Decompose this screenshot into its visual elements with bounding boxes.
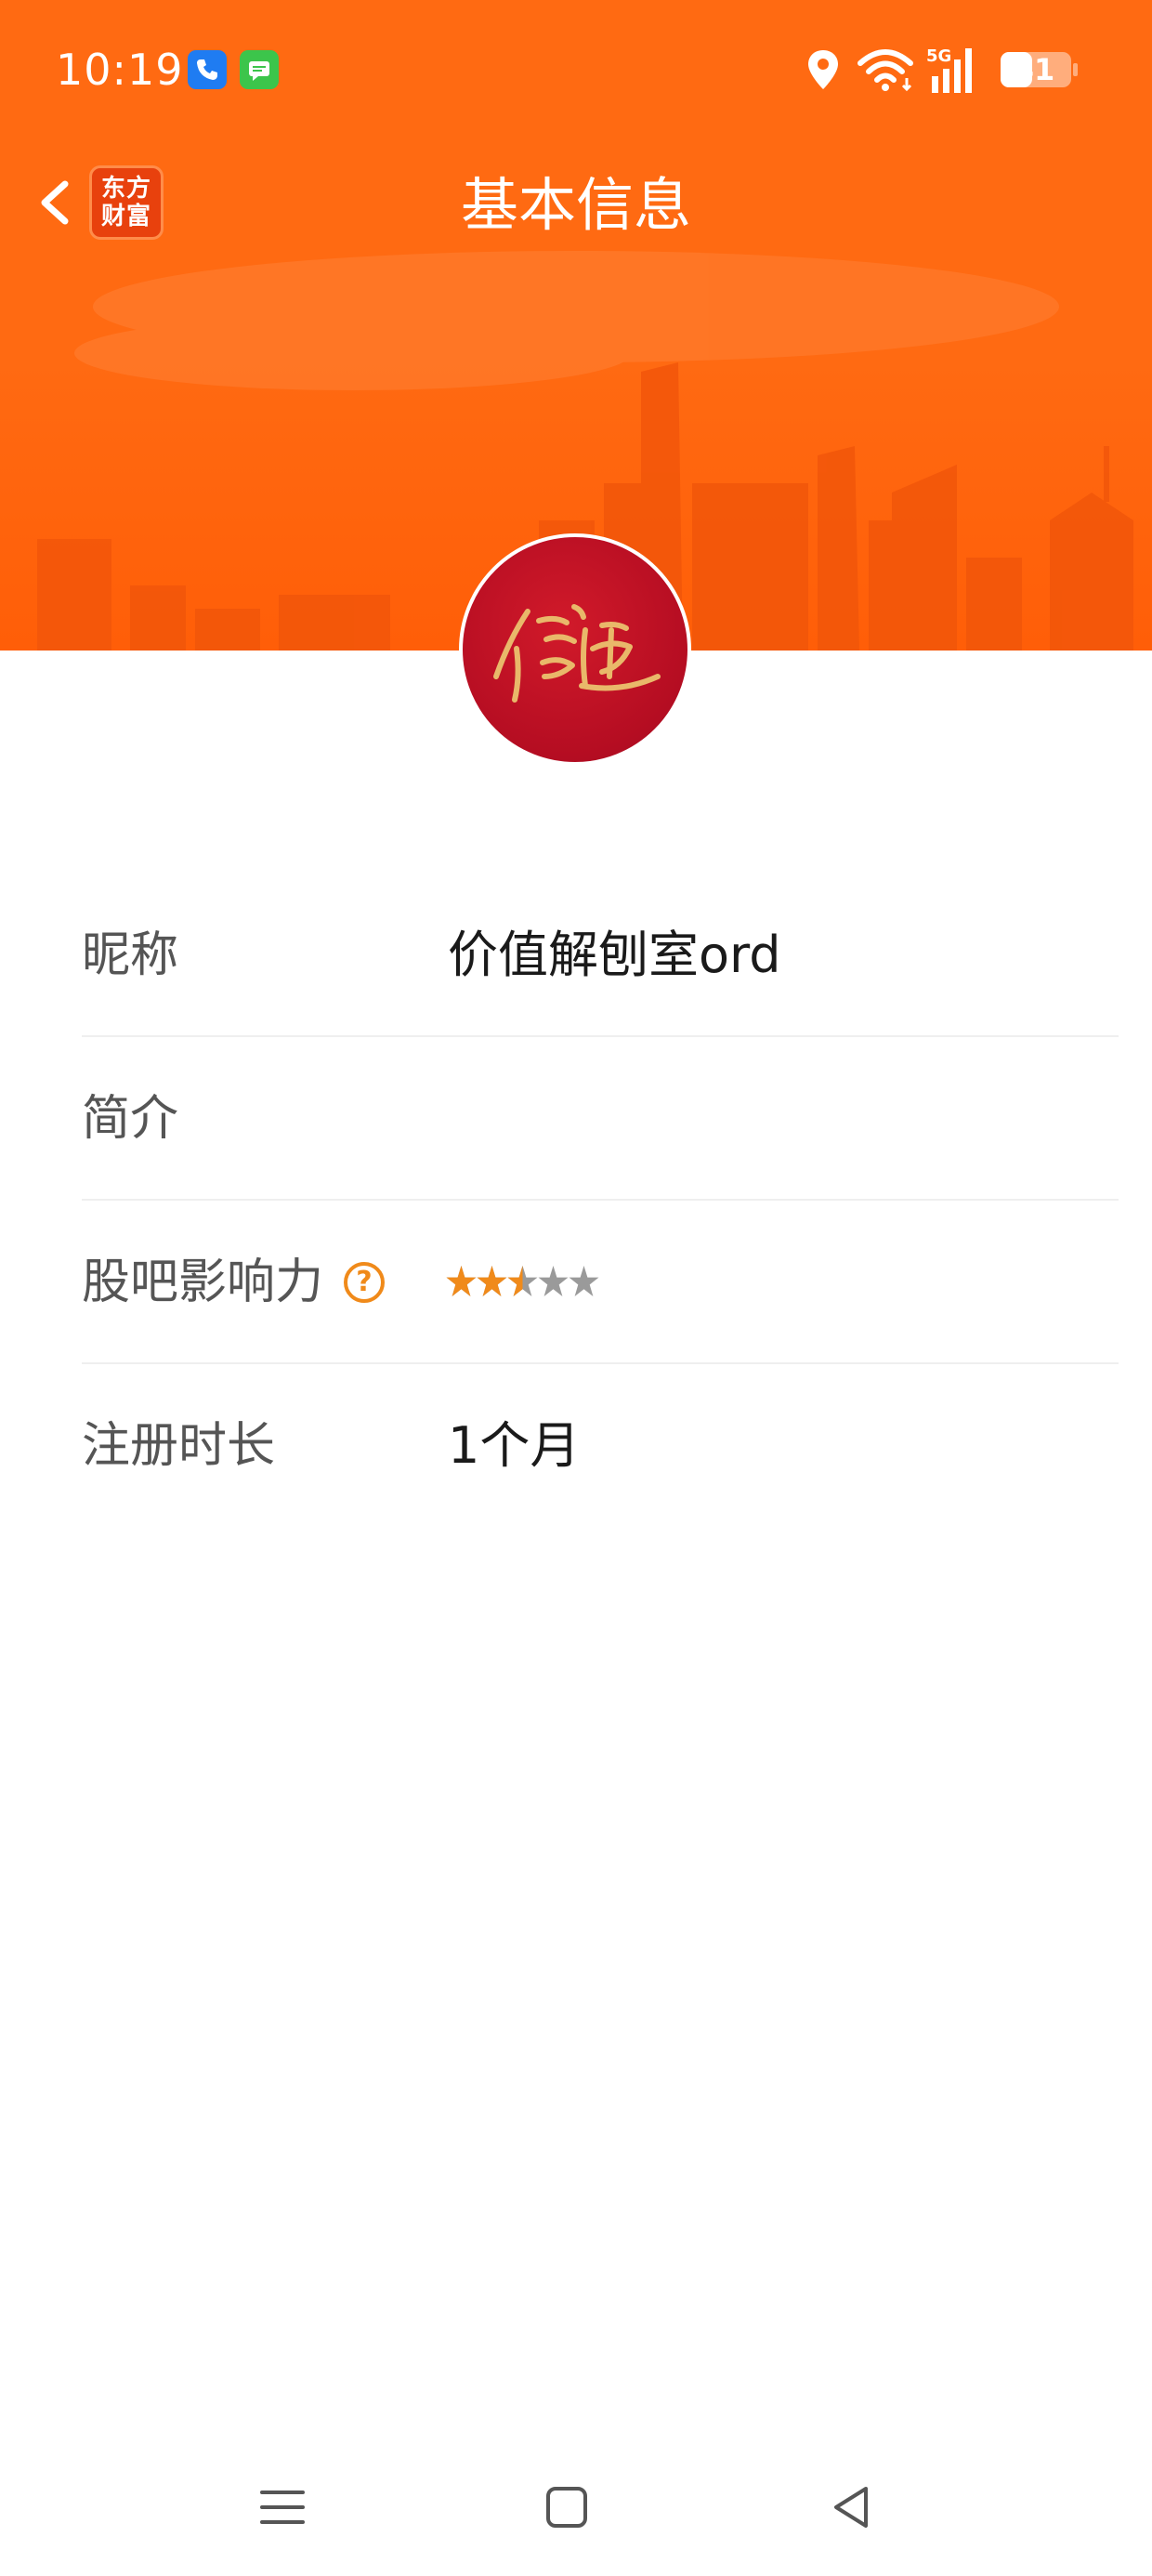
bio-label: 简介: [82, 1091, 179, 1147]
avatar[interactable]: [459, 533, 691, 766]
back-triangle-icon: [834, 2487, 868, 2528]
location-icon: [808, 50, 838, 89]
influence-star-rating: [446, 1262, 599, 1303]
star-empty-icon: [538, 1262, 569, 1303]
phone-app-icon: [188, 50, 227, 89]
info-row-nickname: 昵称 价值解刨室ord: [82, 874, 1119, 1037]
recent-apps-button[interactable]: [249, 2474, 316, 2541]
system-back-button[interactable]: [818, 2474, 884, 2541]
wifi-icon: [857, 49, 913, 92]
status-bar: 10:19 5G 41: [0, 0, 1152, 139]
influence-label: 股吧影响力: [82, 1255, 324, 1310]
star-empty-icon: [569, 1262, 599, 1303]
battery-level: 41: [1013, 52, 1055, 87]
menu-icon: [260, 2491, 305, 2524]
home-button[interactable]: [533, 2474, 600, 2541]
registration-label: 注册时长: [82, 1418, 276, 1474]
app-screen: 10:19 5G 41 东方 财富 基本信息 昵称 价值解刨室ord 简介 股吧…: [0, 0, 1152, 2576]
nickname-label: 昵称: [82, 927, 179, 983]
registration-value: 1个月: [448, 1416, 581, 1475]
nickname-value: 价值解刨室ord: [448, 926, 781, 984]
message-app-icon: [240, 50, 279, 89]
network-type-text: 5G: [926, 46, 951, 66]
help-icon[interactable]: ?: [344, 1262, 385, 1303]
star-half-icon: [507, 1262, 538, 1303]
star-filled-icon: [477, 1262, 507, 1303]
page-title: 基本信息: [460, 171, 691, 239]
status-time: 10:19: [56, 45, 184, 95]
info-row-bio: 简介: [82, 1037, 1119, 1201]
signal-icon: 5G: [926, 46, 972, 93]
home-icon: [546, 2487, 587, 2528]
profile-info-list: 昵称 价值解刨室ord 简介 股吧影响力 ? 注册时长 1个月: [82, 874, 1119, 1528]
calligraphy-avatar-image: [493, 604, 661, 703]
info-row-influence: 股吧影响力 ?: [82, 1201, 1119, 1364]
star-filled-icon: [446, 1262, 477, 1303]
system-navigation-bar: [0, 2435, 1152, 2576]
info-row-registration: 注册时长 1个月: [82, 1364, 1119, 1528]
